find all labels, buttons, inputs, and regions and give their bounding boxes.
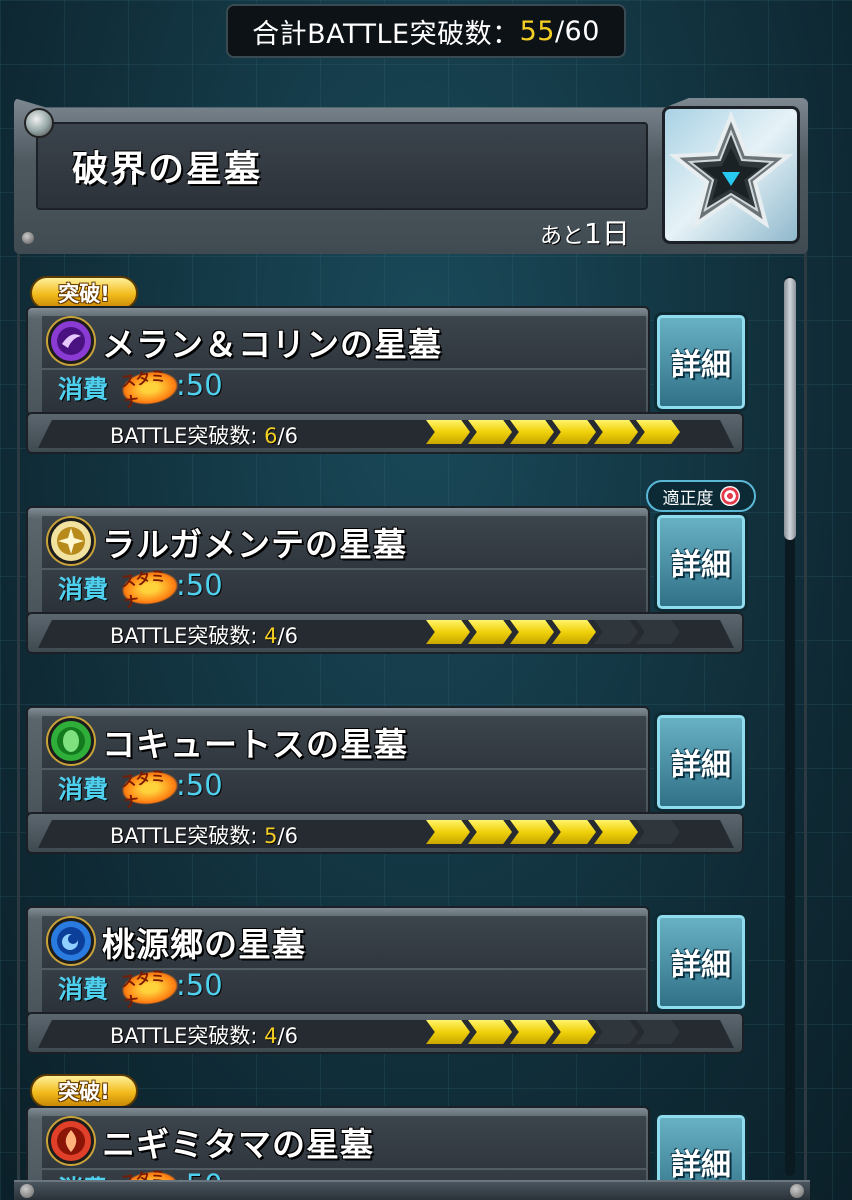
progress-chevron (552, 420, 596, 444)
battle-total: /6 (277, 1024, 298, 1048)
screw-icon (22, 232, 34, 244)
quest-name: コキュートスの星墓 (102, 725, 408, 764)
stamina-icon: スタミナ (120, 367, 180, 412)
progress-chevron (510, 620, 554, 644)
stamina-icon: スタミナ (120, 567, 180, 612)
progress-chevron (510, 1020, 554, 1044)
breakthrough-badge: 突破! (30, 1074, 138, 1108)
progress-chevron (594, 420, 638, 444)
progress-chevron (552, 820, 596, 844)
breakthrough-badge: 突破! (30, 276, 138, 310)
battle-count: BATTLE突破数: 5/6 (110, 820, 298, 850)
detail-label: 詳細 (671, 348, 731, 383)
remaining-unit: 日 (601, 217, 630, 250)
bolt-icon (24, 108, 54, 138)
scrollbar-thumb[interactable] (784, 278, 796, 540)
stamina-icon: スタミナ (120, 767, 180, 812)
battle-label: BATTLE突破数: (110, 824, 265, 848)
progress-chevrons (426, 420, 706, 444)
total-battle-current: 55 (519, 15, 555, 47)
battle-count: BATTLE突破数: 4/6 (110, 1020, 298, 1050)
battle-count: BATTLE突破数: 6/6 (110, 420, 298, 450)
progress-chevron (468, 620, 512, 644)
battle-label: BATTLE突破数: (110, 624, 265, 648)
quest-name: 桃源郷の星墓 (102, 925, 306, 964)
remaining-prefix: あと (540, 224, 585, 249)
detail-label: 詳細 (671, 1148, 731, 1183)
battle-total: /6 (277, 624, 298, 648)
battle-current: 4 (264, 1024, 278, 1048)
star-emblem-icon (662, 106, 800, 244)
screw-icon (20, 1184, 34, 1198)
detail-button[interactable]: 詳細 (654, 312, 748, 412)
progress-chevron (426, 1020, 470, 1044)
cost-value: :50 (176, 568, 223, 602)
progress-chevron (426, 620, 470, 644)
total-battle-total: /60 (554, 15, 600, 47)
progress-chevrons (426, 820, 706, 844)
detail-label: 詳細 (671, 948, 731, 983)
progress-chevrons (426, 1020, 706, 1044)
detail-label: 詳細 (671, 548, 731, 583)
quest-name: メラン＆コリンの星墓 (102, 325, 442, 364)
remaining-number: 1 (584, 217, 602, 250)
progress-chevron (468, 420, 512, 444)
progress-chevrons (426, 620, 706, 644)
cost-label: 消費 (58, 975, 109, 1004)
total-battle-label: 合計BATTLE突破数： (252, 18, 520, 50)
quest-card[interactable]: メラン＆コリンの星墓 消費 スタミナ :50 BATTLE突破数: 6/6 詳細 (26, 306, 756, 454)
quest-card[interactable]: 桃源郷の星墓 消費 スタミナ :50 BATTLE突破数: 4/6 詳細 (26, 906, 756, 1054)
progress-chevron (552, 620, 596, 644)
cost-label: 消費 (58, 575, 109, 604)
battle-label: BATTLE突破数: (110, 424, 265, 448)
progress-chevron (594, 820, 638, 844)
page-title: 破界の星墓 (72, 149, 263, 190)
detail-button[interactable]: 詳細 (654, 712, 748, 812)
total-battle-counter: 合計BATTLE突破数： 55 /60 (226, 4, 626, 58)
quest-name: ラルガメンテの星墓 (102, 525, 408, 564)
progress-chevron (426, 420, 470, 444)
cost-label: 消費 (58, 775, 109, 804)
progress-chevron (636, 420, 680, 444)
progress-chevron (426, 820, 470, 844)
battle-label: BATTLE突破数: (110, 1024, 265, 1048)
light-element-icon (48, 518, 94, 564)
cost-value: :50 (176, 368, 223, 402)
progress-chevron (510, 820, 554, 844)
quest-card[interactable]: コキュートスの星墓 消費 スタミナ :50 BATTLE突破数: 5/6 詳細 (26, 706, 756, 854)
progress-chevron (636, 820, 680, 844)
progress-chevron (552, 1020, 596, 1044)
progress-chevron (636, 1020, 680, 1044)
quest-name: ニギミタマの星墓 (102, 1125, 374, 1164)
progress-chevron (594, 620, 638, 644)
battle-current: 6 (264, 424, 278, 448)
detail-button[interactable]: 詳細 (654, 912, 748, 1012)
target-icon (719, 486, 740, 506)
dark-element-icon (48, 318, 94, 364)
battle-total: /6 (277, 424, 298, 448)
remaining-days: あと1日 (540, 212, 630, 252)
detail-button[interactable]: 詳細 (654, 512, 748, 612)
cost-label: 消費 (58, 375, 109, 404)
progress-chevron (468, 1020, 512, 1044)
cost-value: :50 (176, 968, 223, 1002)
progress-chevron (510, 420, 554, 444)
quest-card[interactable]: ラルガメンテの星墓 消費 スタミナ :50 BATTLE突破数: 4/6 詳細 (26, 506, 756, 654)
battle-current: 5 (264, 824, 278, 848)
battle-total: /6 (277, 824, 298, 848)
stamina-icon: スタミナ (120, 967, 180, 1012)
battle-count: BATTLE突破数: 4/6 (110, 620, 298, 650)
detail-label: 詳細 (671, 748, 731, 783)
water-element-icon (48, 918, 94, 964)
list-frame-bottom (14, 1180, 810, 1200)
screw-icon (790, 1184, 804, 1198)
fire-element-icon (48, 1118, 94, 1164)
cost-value: :50 (176, 768, 223, 802)
wood-element-icon (48, 718, 94, 764)
aptitude-label: 適正度 (662, 488, 714, 509)
battle-current: 4 (264, 624, 278, 648)
progress-chevron (468, 820, 512, 844)
progress-chevron (594, 1020, 638, 1044)
progress-chevron (636, 620, 680, 644)
